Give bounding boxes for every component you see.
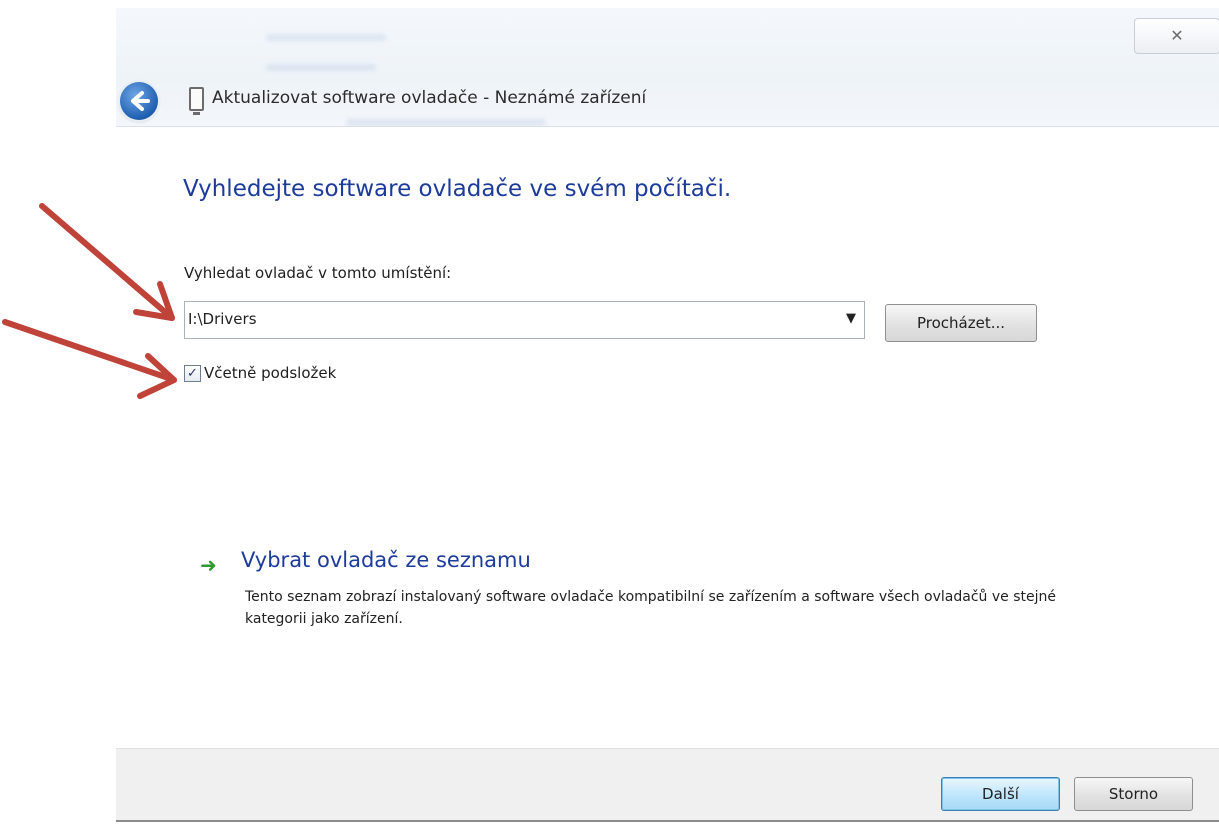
location-label: Vyhledat ovladač v tomto umístění:: [184, 264, 452, 282]
page-heading: Vyhledejte software ovladače ve svém poč…: [183, 176, 732, 202]
cancel-button[interactable]: Storno: [1074, 777, 1193, 811]
window-bottom-border: [116, 820, 1219, 822]
window-title: Aktualizovat software ovladače - Neznámé…: [212, 88, 647, 108]
path-combobox[interactable]: I:\Drivers ▼: [184, 301, 865, 339]
title-bar: ✕ Aktualizovat software ovladače - Nezná…: [116, 8, 1219, 127]
browse-button[interactable]: Procházet...: [885, 304, 1037, 342]
path-value[interactable]: I:\Drivers: [188, 310, 257, 328]
footer-bar: Další Storno: [116, 748, 1219, 821]
close-button[interactable]: ✕: [1134, 18, 1219, 54]
pick-from-list-description: Tento seznam zobrazí instalovaný softwar…: [245, 589, 1056, 627]
blurred-background: [216, 16, 596, 126]
include-subfolders-checkbox[interactable]: ✓: [184, 365, 201, 382]
driver-update-window: ✕ Aktualizovat software ovladače - Nezná…: [116, 8, 1219, 826]
pick-from-list-link[interactable]: Vybrat ovladač ze seznamu: [241, 548, 531, 572]
device-icon: [189, 87, 204, 115]
include-subfolders-label[interactable]: Včetně podsložek: [204, 364, 336, 382]
back-arrow-icon[interactable]: [120, 82, 158, 120]
chevron-down-icon[interactable]: ▼: [846, 311, 856, 326]
next-button[interactable]: Další: [941, 777, 1060, 811]
green-arrow-icon: ➜: [200, 553, 217, 577]
